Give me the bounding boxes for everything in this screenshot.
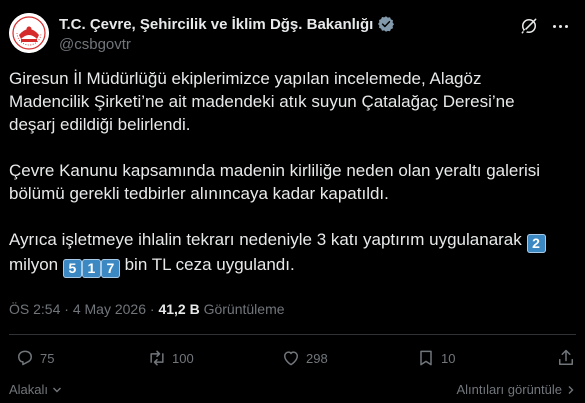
- divider: [9, 334, 576, 335]
- chevron-down-icon: [53, 387, 62, 392]
- reply-icon: [18, 350, 32, 366]
- keycap-emoji: 7: [100, 259, 120, 278]
- chevron-right-icon: [568, 385, 574, 394]
- more-options-icon[interactable]: [553, 19, 573, 33]
- avatar[interactable]: [9, 13, 49, 53]
- view-quotes-link[interactable]: Alıntıları görüntüle: [456, 382, 576, 397]
- tweet-paragraph-1: Giresun İl Müdürlüğü ekiplerimizce yapıl…: [9, 69, 515, 134]
- handle[interactable]: @csbgovtr: [59, 36, 395, 53]
- grok-icon[interactable]: [519, 16, 539, 36]
- ministry-logo-icon: [9, 13, 49, 53]
- tweet-paragraph-3: Ayrıca işletmeye ihlalin tekrarı nedeniy…: [9, 228, 569, 278]
- verified-badge-icon: [378, 16, 395, 32]
- repost-icon: [150, 350, 164, 366]
- tweet-text: Giresun İl Müdürlüğü ekiplerimizce yapıl…: [9, 67, 569, 278]
- repost-button[interactable]: 100: [147, 348, 194, 368]
- bookmark-icon: [420, 350, 432, 366]
- tweet-footer: Alakalı Alıntıları görüntüle: [9, 382, 576, 402]
- tweet-meta: ÖS 2:54 · 4 May 2026 · 41,2 B Görüntülem…: [9, 301, 285, 317]
- tweet-paragraph-2: Çevre Kanunu kapsamında madenin kirliliğ…: [9, 161, 541, 203]
- bookmark-button[interactable]: 10: [416, 348, 455, 368]
- relevant-sort-dropdown[interactable]: Alakalı: [9, 382, 62, 397]
- tweet-time[interactable]: ÖS 2:54: [9, 301, 60, 317]
- views-label: Görüntüleme: [203, 301, 285, 317]
- tweet-date[interactable]: 4 May 2026: [73, 301, 146, 317]
- heart-icon: [284, 351, 298, 366]
- keycap-emoji: 1: [81, 259, 101, 278]
- views-count: 41,2 B: [158, 301, 200, 317]
- display-name[interactable]: T.C. Çevre, Şehircilik ve İklim Dğş. Bak…: [59, 16, 373, 33]
- keycap-emoji: 2: [526, 234, 546, 253]
- share-button[interactable]: [556, 348, 576, 368]
- like-button[interactable]: 298: [281, 348, 328, 368]
- keycap-emoji: 5: [62, 259, 82, 278]
- action-bar: 75 100 298 10: [9, 348, 576, 372]
- reply-button[interactable]: 75: [15, 348, 54, 368]
- share-icon: [559, 349, 573, 365]
- tweet-header: T.C. Çevre, Şehircilik ve İklim Dğş. Bak…: [9, 13, 575, 57]
